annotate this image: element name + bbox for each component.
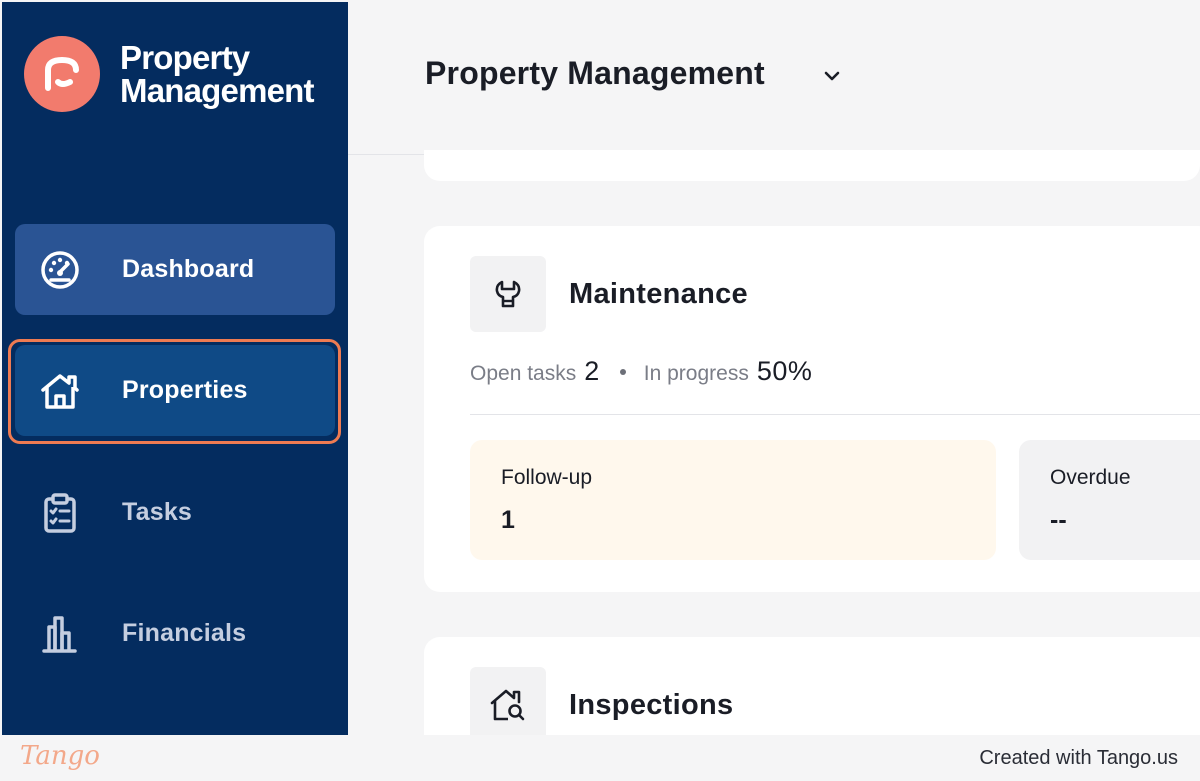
house-search-icon (470, 667, 546, 743)
brand[interactable]: Property Management (24, 36, 315, 112)
overdue-value: -- (1050, 506, 1067, 534)
house-icon (39, 370, 81, 412)
brand-logo-icon (24, 36, 100, 112)
in-progress-value: 50% (756, 356, 813, 386)
sidebar-item-label: Financials (122, 619, 247, 647)
brand-name: Property Management (120, 39, 315, 109)
sidebar-item-label: Tasks (122, 498, 193, 526)
building-chart-icon (39, 613, 81, 655)
open-tasks-label: Open tasks (470, 362, 577, 385)
wrench-icon (470, 256, 546, 332)
divider (470, 414, 1200, 415)
footer: Tango Created with Tango.us (0, 735, 1200, 781)
followup-tile[interactable]: Follow-up 1 (470, 440, 996, 560)
footer-credit: Created with Tango.us (979, 747, 1178, 769)
tango-logo: Tango (20, 741, 100, 771)
clipboard-icon (39, 492, 81, 534)
page-title[interactable]: Property Management (425, 55, 765, 92)
gauge-icon (39, 249, 81, 291)
open-tasks-value: 2 (584, 356, 600, 386)
sidebar-item-label: Properties (122, 376, 248, 404)
inspections-title: Inspections (569, 689, 734, 721)
chevron-down-icon[interactable] (821, 65, 843, 87)
separator-dot (619, 369, 626, 375)
sidebar: Property Management Dashboard Properties… (2, 2, 348, 735)
sidebar-item-dashboard[interactable]: Dashboard (15, 224, 335, 315)
brand-name-line2: Management (120, 72, 315, 109)
sidebar-item-properties[interactable]: Properties (15, 345, 335, 436)
page-header: Property Management (348, 2, 1200, 155)
brand-name-line1: Property (120, 39, 250, 76)
sidebar-item-financials[interactable]: Financials (15, 588, 335, 679)
in-progress-label: In progress (643, 362, 749, 385)
overdue-tile[interactable]: Overdue -- (1019, 440, 1200, 560)
followup-label: Follow-up (501, 466, 593, 489)
maintenance-title: Maintenance (569, 278, 748, 310)
previous-card (424, 150, 1200, 181)
sidebar-item-tasks[interactable]: Tasks (15, 467, 335, 558)
maintenance-stats: Open tasks 2 In progress 50% (470, 356, 812, 387)
sidebar-item-label: Dashboard (122, 255, 255, 283)
followup-value: 1 (501, 506, 515, 534)
overdue-label: Overdue (1050, 466, 1131, 489)
maintenance-card[interactable]: Maintenance Open tasks 2 In progress 50%… (424, 226, 1200, 592)
